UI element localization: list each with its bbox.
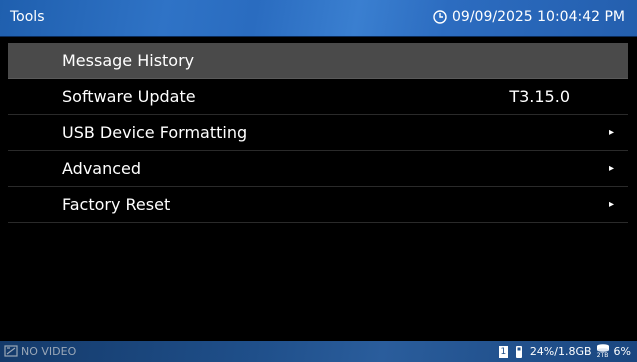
- menu-item-label: Advanced: [62, 159, 142, 178]
- no-video-icon: [4, 345, 18, 357]
- usb-usage-text: 24%/1.8GB: [529, 345, 592, 358]
- menu-item-label: Software Update: [62, 87, 196, 106]
- menu-item-message-history[interactable]: Message History: [8, 43, 628, 79]
- menu-item-advanced[interactable]: Advanced ▸: [8, 151, 628, 187]
- menu-item-label: USB Device Formatting: [62, 123, 248, 142]
- video-status-text: NO VIDEO: [21, 344, 77, 358]
- menu-item-factory-reset[interactable]: Factory Reset ▸: [8, 187, 628, 223]
- page-title: Tools: [10, 9, 45, 25]
- menu-item-software-update[interactable]: Software Update T3.15.0: [8, 79, 628, 115]
- menu-item-label: Factory Reset: [62, 195, 171, 214]
- hard-disk-icon: 2TB: [596, 344, 610, 359]
- submenu-arrow-icon: ▸: [608, 127, 614, 138]
- software-version: T3.15.0: [509, 87, 570, 106]
- menu-item-usb-device-formatting[interactable]: USB Device Formatting ▸: [8, 115, 628, 151]
- usb-slot-badge: 1: [498, 345, 508, 358]
- submenu-arrow-icon: ▸: [608, 199, 614, 210]
- usb-drive-icon: [515, 345, 522, 358]
- submenu-arrow-icon: ▸: [608, 163, 614, 174]
- video-status: NO VIDEO: [4, 344, 76, 358]
- status-bar: NO VIDEO 1 24%/1.8GB 2TB 6%: [0, 341, 637, 362]
- clock-icon: [433, 10, 447, 24]
- tools-screen: Tools 09/09/2025 10:04:42 PM Message His…: [0, 0, 637, 362]
- tools-menu: Message History Software Update T3.15.0 …: [8, 43, 628, 223]
- disk-usage-text: 6%: [613, 345, 631, 358]
- datetime-display: 09/09/2025 10:04:42 PM: [433, 9, 625, 25]
- header-bar: Tools 09/09/2025 10:04:42 PM: [0, 0, 637, 37]
- storage-status: 1 24%/1.8GB 2TB 6%: [498, 344, 631, 359]
- menu-item-label: Message History: [62, 51, 195, 70]
- disk-capacity-label: 2TB: [596, 352, 609, 359]
- datetime-text: 09/09/2025 10:04:42 PM: [452, 9, 625, 25]
